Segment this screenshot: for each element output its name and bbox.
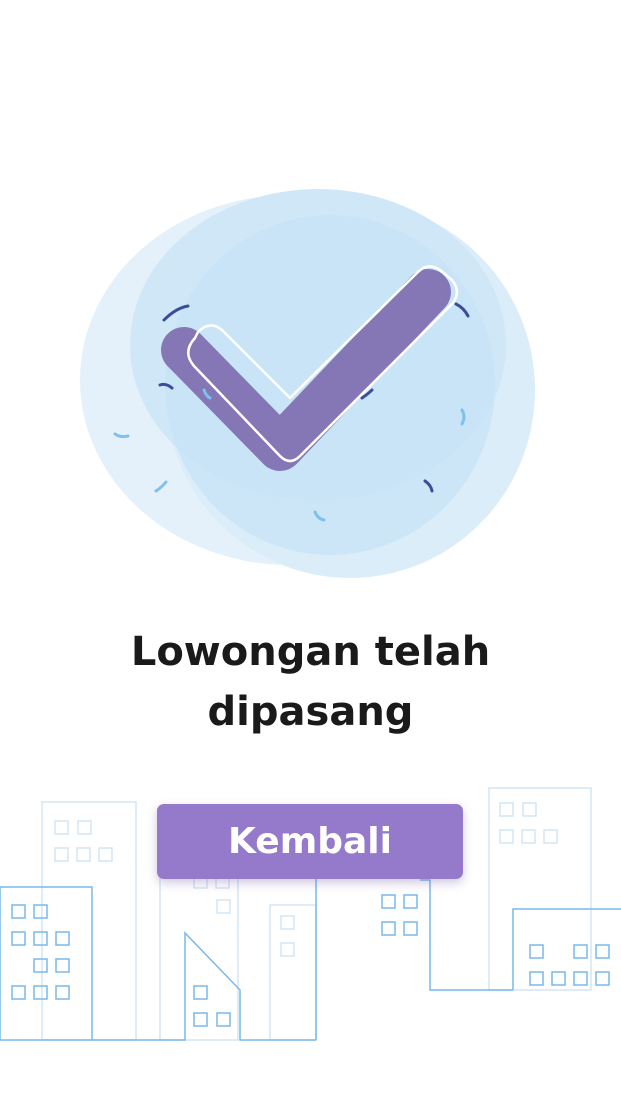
back-button[interactable]: Kembali <box>157 804 463 879</box>
success-title: Lowongan telah dipasang <box>0 622 621 742</box>
success-title-line-1: Lowongan telah <box>130 629 491 675</box>
background-circles <box>80 189 535 578</box>
success-title-line-2: dipasang <box>207 689 414 735</box>
success-checkmark-illustration <box>80 189 535 578</box>
